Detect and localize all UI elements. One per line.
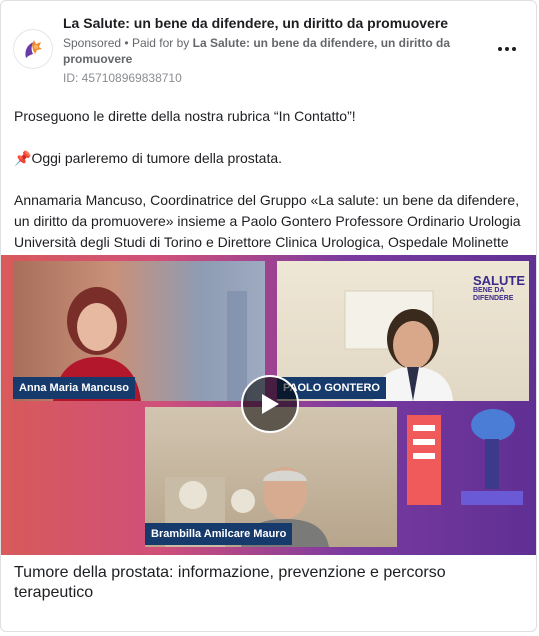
more-horizontal-icon [512, 47, 516, 51]
more-horizontal-icon [505, 47, 509, 51]
paid-for-name[interactable]: La Salute: un bene da difendere, un diri… [63, 36, 450, 66]
paid-for-prefix: Paid for by [131, 36, 190, 50]
ad-id: ID: 457108969838710 [63, 71, 182, 85]
pushpin-icon: 📌 [14, 150, 32, 166]
video-player[interactable]: Anna Maria Mancuso SALUTE BENE DA DIFEND… [1, 255, 536, 555]
ad-card: La Salute: un bene da difendere, un diri… [0, 0, 537, 632]
speaker-1-name-tag: Anna Maria Mancuso [13, 377, 136, 399]
play-button[interactable] [241, 375, 299, 433]
post-text: Proseguono le dirette della nostra rubri… [14, 106, 526, 274]
ad-header: La Salute: un bene da difendere, un diri… [1, 1, 536, 97]
event-logo-main: SALUTE [473, 273, 525, 288]
microscope-illustration [407, 409, 523, 505]
video-tile-speaker-1: Anna Maria Mancuso [13, 261, 265, 401]
sponsored-label: Sponsored [63, 36, 122, 50]
play-icon [262, 394, 279, 414]
event-logo-sub: BENE DA DIFENDERE [473, 287, 514, 302]
video-tile-speaker-2: SALUTE BENE DA DIFENDERE PAOLO GONTERO [277, 261, 529, 401]
post-line-2: 📌Oggi parleremo di tumore della prostata… [14, 148, 526, 169]
more-options-button[interactable] [495, 37, 519, 61]
meta-separator: • [124, 36, 129, 50]
more-horizontal-icon [498, 47, 502, 51]
brand-logo-icon [25, 40, 42, 58]
page-avatar[interactable] [13, 29, 53, 69]
page-name-link[interactable]: La Salute: un bene da difendere, un diri… [63, 15, 483, 31]
sponsor-meta: Sponsored • Paid for by La Salute: un be… [63, 35, 463, 67]
speaker-3-name-tag: Brambilla Amilcare Mauro [145, 523, 293, 545]
event-logo: SALUTE BENE DA DIFENDERE [473, 273, 529, 303]
video-caption[interactable]: Tumore della prostata: informazione, pre… [14, 563, 526, 603]
post-line-1: Proseguono le dirette della nostra rubri… [14, 108, 356, 124]
post-line-2-text: Oggi parleremo di tumore della prostata. [31, 150, 283, 166]
